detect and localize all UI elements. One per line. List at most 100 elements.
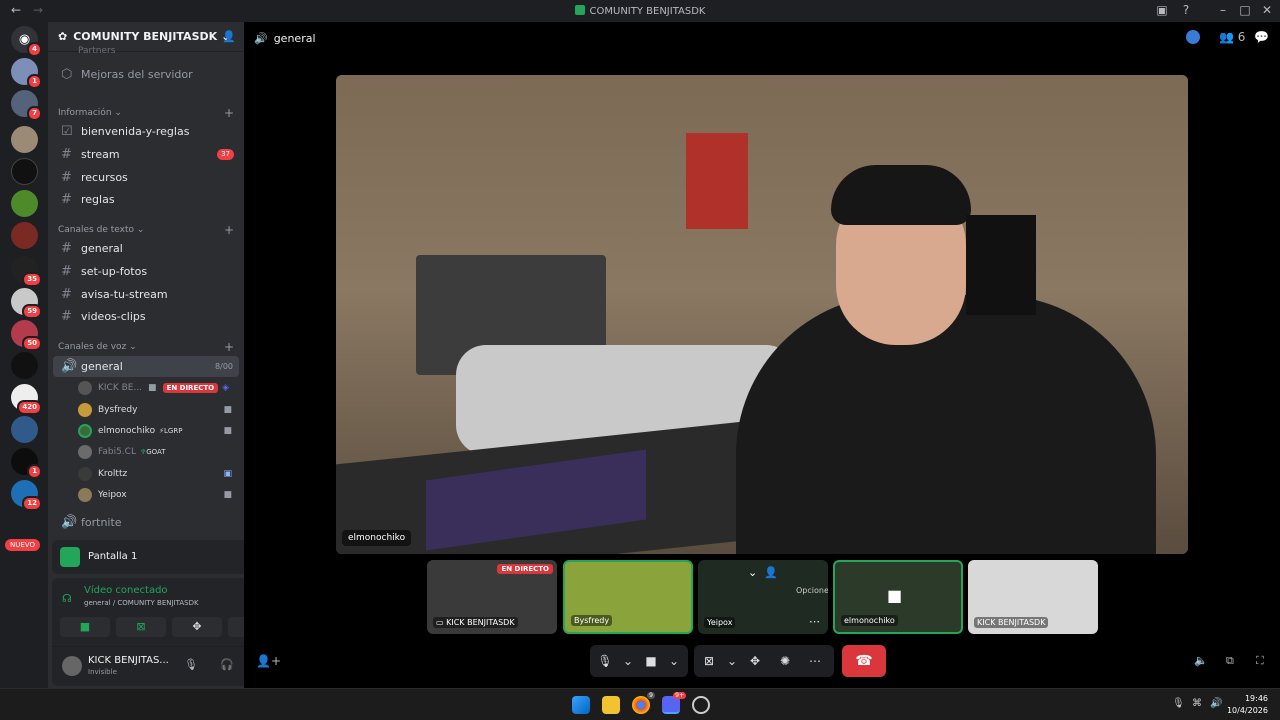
mention-badge: 7	[27, 106, 42, 121]
members-icon[interactable]: 👥 6	[1219, 30, 1245, 44]
server-icon[interactable]	[11, 126, 38, 153]
disconnect-button[interactable]: ☎	[842, 645, 886, 677]
boost-item[interactable]: ⬡ Mejoras del servidor	[53, 64, 239, 85]
voice-user[interactable]: KICK BE... ■ EN DIRECTO ◈	[78, 378, 236, 398]
fullscreen-icon[interactable]: ⛶	[1256, 654, 1264, 668]
server-icon[interactable]	[11, 190, 38, 217]
file-explorer-icon[interactable]	[602, 696, 620, 714]
channel-label: set-up-fotos	[81, 265, 148, 278]
share-screen-icon[interactable]: ⊠	[694, 654, 724, 668]
voice-user[interactable]: Krolttz ▣	[78, 464, 236, 484]
minimize-icon[interactable]: –	[1215, 3, 1231, 17]
add-user-icon[interactable]: 👤	[764, 566, 778, 579]
category-voice[interactable]: Canales de voz ⌄ +	[58, 340, 238, 354]
boost-icon: ⬡	[61, 67, 73, 82]
voice-user[interactable]: Bysfredy ■	[78, 400, 236, 420]
avatar[interactable]	[62, 656, 82, 676]
microphone-icon[interactable]: 🎙	[590, 654, 620, 668]
activity-icon[interactable]	[1186, 30, 1200, 44]
server-icon[interactable]: 35	[11, 256, 42, 287]
channel-set-up-fotos[interactable]: # set-up-fotos	[53, 261, 239, 282]
activities-icon[interactable]: ✥	[740, 654, 770, 668]
camera-icon[interactable]: ■	[636, 654, 666, 668]
server-icon[interactable]	[11, 158, 38, 185]
windows-start-icon[interactable]	[572, 696, 590, 714]
channel-bienvenida[interactable]: ☑ bienvenida-y-reglas	[53, 121, 239, 142]
avatar	[78, 381, 92, 395]
close-icon[interactable]: ✕	[1259, 3, 1275, 17]
activity-icon: ▣	[223, 469, 232, 479]
channel-label: general	[81, 242, 123, 255]
chevron-down-icon[interactable]: ⌄	[724, 654, 740, 668]
chrome-icon[interactable]: 9	[632, 692, 655, 714]
voice-user[interactable]: Fabi5.CL ♆GOAT	[78, 442, 236, 462]
server-icon[interactable]: 1	[11, 58, 42, 89]
popout-icon[interactable]: ⧉	[1226, 654, 1234, 668]
soundboard-icon[interactable]: ✺	[770, 654, 800, 668]
headphones-icon[interactable]: 🎧	[220, 658, 234, 671]
chat-icon[interactable]: 💬	[1254, 30, 1269, 44]
participant-tile[interactable]: ⌄ 👤 Opciones ⋯ Yeipox	[698, 560, 828, 634]
channel-reglas[interactable]: # reglas	[53, 189, 239, 210]
inbox-icon[interactable]: ▣	[1154, 3, 1170, 17]
more-icon[interactable]: ⋯	[800, 654, 830, 668]
microphone-icon[interactable]: 🎙	[184, 658, 198, 671]
microphone-icon[interactable]: 🎙	[1172, 698, 1185, 709]
volume-icon[interactable]: 🔈	[1194, 654, 1208, 667]
add-channel-icon[interactable]: +	[224, 223, 234, 237]
category-label: Información	[58, 108, 112, 118]
category-info[interactable]: Información ⌄ +	[58, 106, 238, 120]
server-icon[interactable]	[11, 416, 38, 443]
participant-tile[interactable]: Bysfredy	[563, 560, 693, 634]
channel-avisa-tu-stream[interactable]: # avisa-tu-stream	[53, 284, 239, 305]
server-icon[interactable]: 50	[11, 320, 42, 351]
invite-icon[interactable]: 👤+	[256, 654, 281, 668]
category-text[interactable]: Canales de texto ⌄ +	[58, 223, 238, 237]
channel-stream[interactable]: # stream 37	[53, 144, 239, 165]
screen-share-title: Pantalla 1	[88, 551, 138, 562]
server-icon[interactable]: 59	[11, 288, 42, 319]
server-icon[interactable]: 1	[11, 448, 42, 479]
server-icon[interactable]	[11, 352, 38, 379]
server-icon[interactable]: 12	[11, 480, 42, 511]
channel-header: 🔊 general 👥 6 💬	[244, 22, 1280, 54]
app-icon[interactable]	[692, 696, 710, 714]
voice-user-name: Fabi5.CL	[98, 447, 136, 457]
server-icon[interactable]: 420	[11, 384, 42, 415]
help-icon[interactable]: ?	[1178, 3, 1194, 17]
participant-tile[interactable]: EN DIRECTO ▭ KICK BENJITASDK	[427, 560, 557, 634]
chevron-down-icon[interactable]: ⌄	[748, 566, 757, 579]
chevron-down-icon[interactable]: ⌄	[666, 654, 682, 668]
focused-video[interactable]: elmonochiko	[336, 75, 1188, 554]
connection-status[interactable]: Vídeo conectado	[84, 585, 168, 596]
camera-button[interactable]: ■	[60, 617, 110, 637]
channel-recursos[interactable]: # recursos	[53, 167, 239, 188]
more-options-icon[interactable]: ⋯	[809, 615, 820, 628]
voice-user[interactable]: elmonochiko ⚡LGRP ■	[78, 421, 236, 441]
discord-home-icon[interactable]: ◉ 4	[11, 26, 42, 57]
voice-channel-fortnite[interactable]: 🔊 fortnite	[53, 512, 239, 533]
connection-location[interactable]: general / COMUNITY BENJITASDK	[84, 599, 199, 607]
participant-tile[interactable]: ■ elmonochiko	[833, 560, 963, 634]
partners-item[interactable]: Partners	[78, 46, 115, 56]
voice-channel-general[interactable]: 🔊 general 8/00	[53, 356, 239, 377]
server-icon[interactable]: 7	[11, 90, 42, 121]
activities-button[interactable]: ✥	[172, 617, 222, 637]
add-channel-icon[interactable]: +	[224, 340, 234, 354]
network-icon[interactable]: ⌘	[1192, 698, 1202, 709]
server-icon[interactable]	[11, 222, 38, 249]
channel-general[interactable]: # general	[53, 238, 239, 259]
system-clock[interactable]: 19:46 10/4/2026	[1227, 693, 1268, 717]
clock-time: 19:46	[1244, 694, 1268, 703]
add-user-icon[interactable]: 👤	[222, 30, 236, 43]
participant-tile[interactable]: KICK BENJITASDK	[968, 560, 1098, 634]
chevron-down-icon[interactable]: ⌄	[620, 654, 636, 668]
channel-videos-clips[interactable]: # videos-clips	[53, 306, 239, 327]
category-label: Canales de voz	[58, 342, 127, 352]
volume-icon[interactable]: 🔊	[1210, 698, 1222, 709]
discord-icon[interactable]: 9+	[662, 692, 686, 714]
voice-user[interactable]: Yeipox ■	[78, 485, 236, 505]
maximize-icon[interactable]: □	[1237, 3, 1253, 17]
add-channel-icon[interactable]: +	[224, 106, 234, 120]
share-screen-button[interactable]: ⊠	[116, 617, 166, 637]
